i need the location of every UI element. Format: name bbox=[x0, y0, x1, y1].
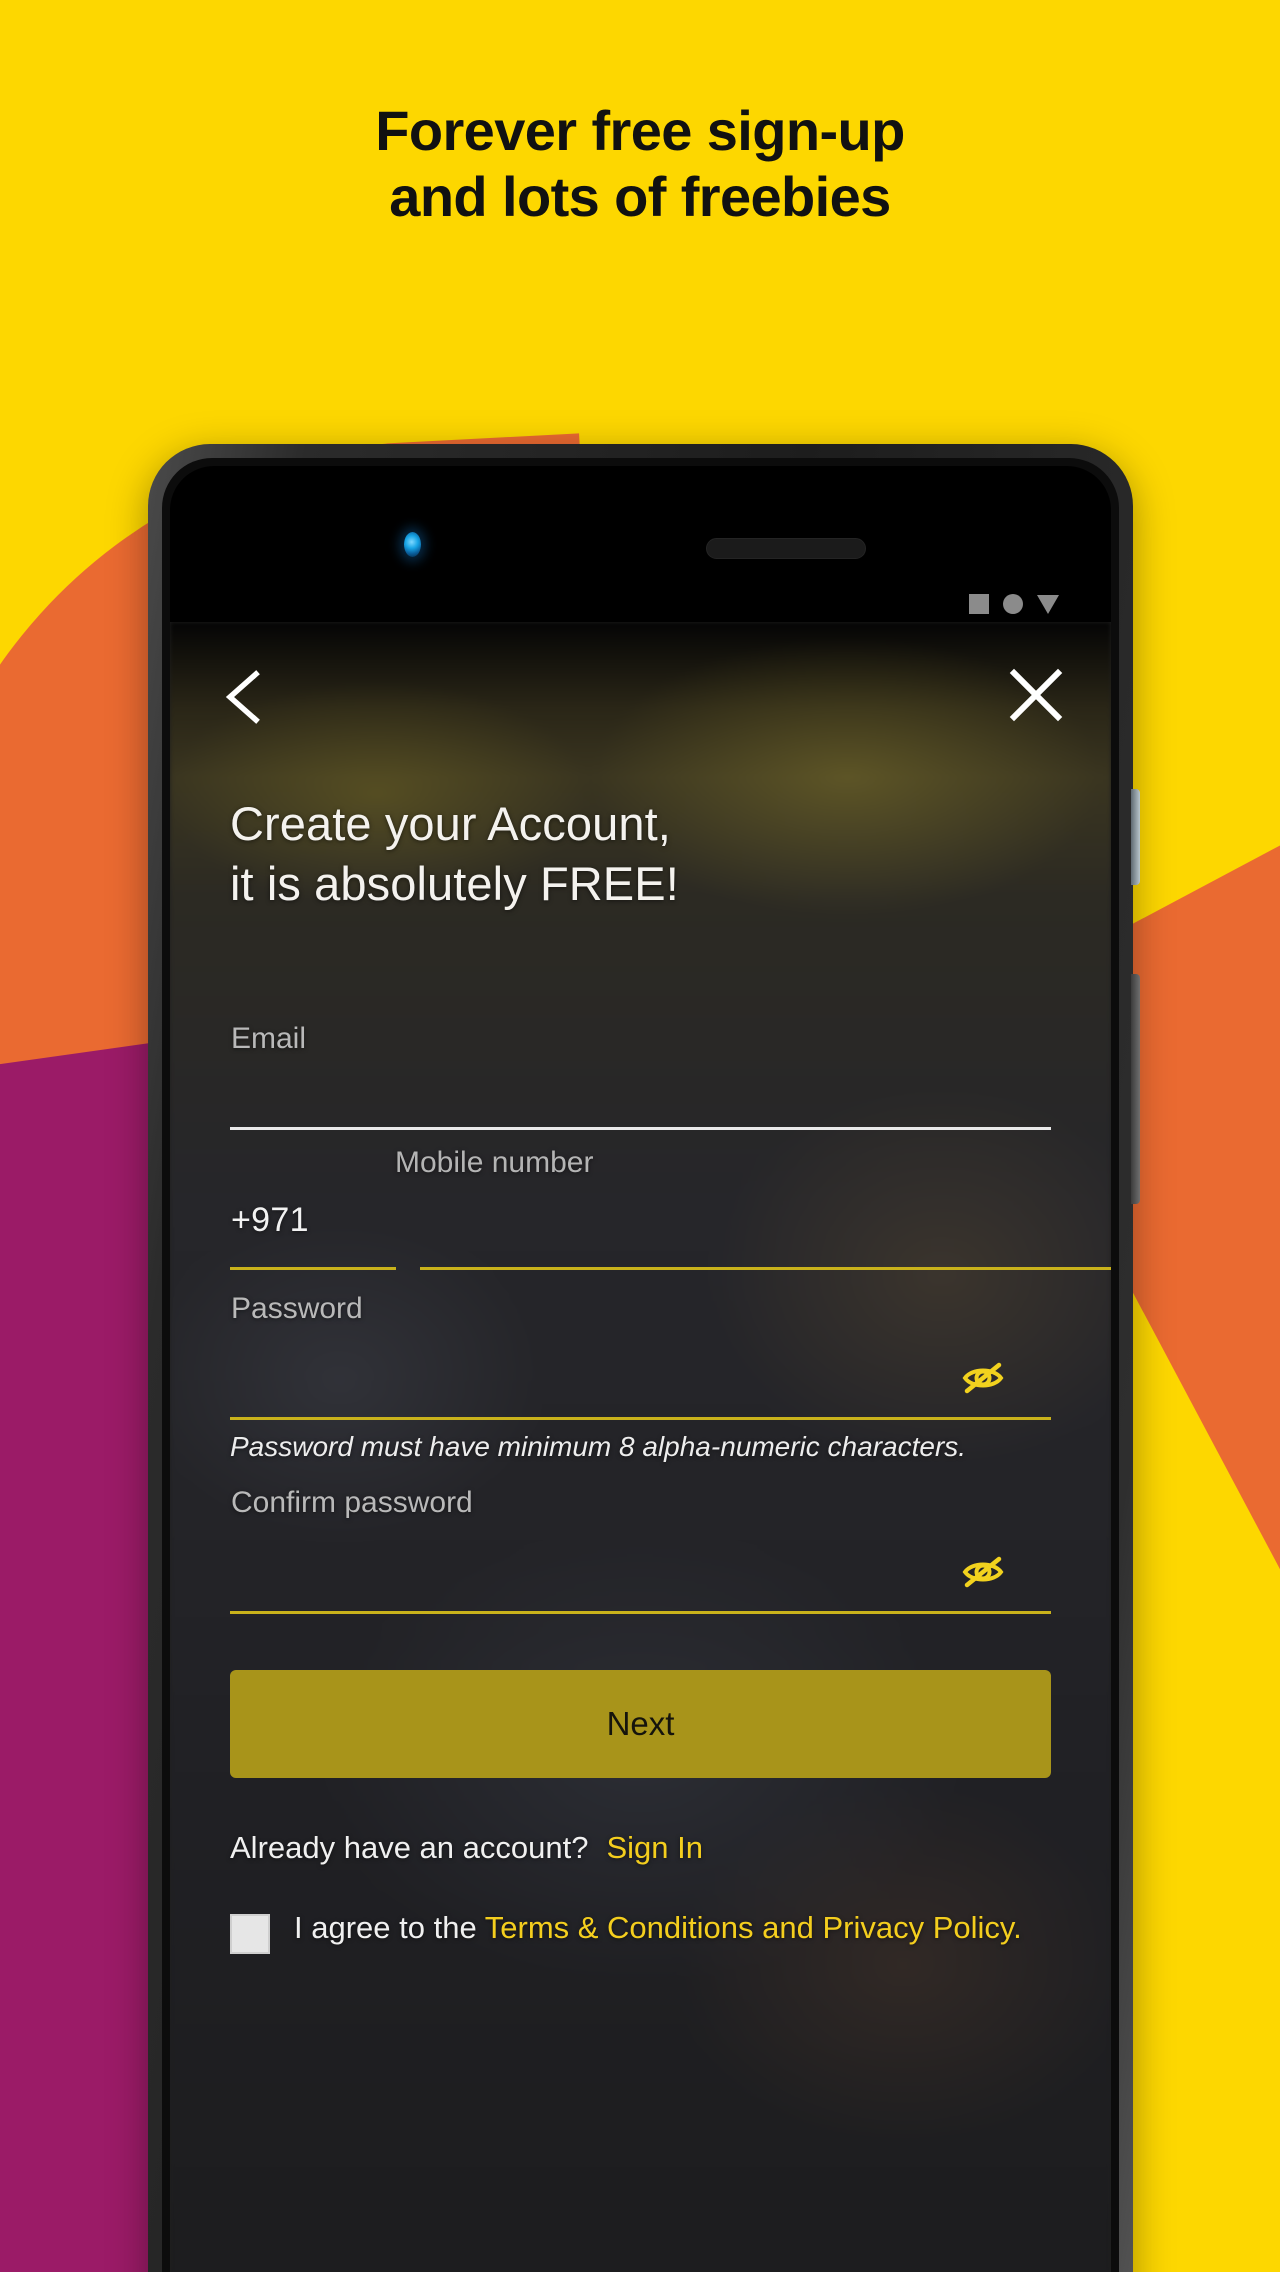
next-button[interactable]: Next bbox=[230, 1669, 1051, 1778]
close-x-icon[interactable] bbox=[1005, 664, 1067, 726]
password-field[interactable]: Password bbox=[230, 1292, 1051, 1420]
phone-top-bezel bbox=[170, 466, 1111, 622]
phone-power-button bbox=[1131, 974, 1140, 1204]
password-hint-text: Password must have minimum 8 alpha-numer… bbox=[230, 1431, 967, 1462]
terms-agreement-text: I agree to the Terms & Conditions and Pr… bbox=[294, 1908, 1022, 1948]
country-code-underline bbox=[230, 1267, 396, 1270]
signup-screen-content: Create your Account, it is absolutely FR… bbox=[170, 622, 1111, 2272]
mobile-number-underline bbox=[420, 1267, 1111, 1270]
password-field-underline bbox=[230, 1417, 1051, 1420]
promo-headline-line-1: Forever free sign-up bbox=[375, 99, 905, 162]
page-title-line-1: Create your Account, bbox=[230, 797, 671, 850]
triangle-down-icon bbox=[1037, 594, 1059, 614]
signin-row: Already have an account? Sign In bbox=[230, 1830, 1051, 1866]
page-title: Create your Account, it is absolutely FR… bbox=[230, 794, 679, 913]
signin-link[interactable]: Sign In bbox=[606, 1830, 703, 1866]
square-icon bbox=[969, 594, 989, 614]
page-title-line-2: it is absolutely FREE! bbox=[230, 856, 679, 910]
signin-question-label: Already have an account? bbox=[230, 1829, 589, 1865]
mobile-number-field[interactable]: Mobile number +971 bbox=[230, 1132, 1111, 1270]
promo-headline-line-2: and lots of freebies bbox=[389, 164, 891, 228]
eye-off-icon[interactable] bbox=[961, 1358, 1005, 1398]
circle-icon bbox=[1003, 594, 1023, 614]
eye-off-icon[interactable] bbox=[961, 1552, 1005, 1592]
promo-screenshot: Forever free sign-up and lots of freebie… bbox=[0, 0, 1280, 2272]
terms-and-privacy-link[interactable]: Terms & Conditions and Privacy Policy. bbox=[485, 1910, 1022, 1945]
front-camera-icon bbox=[404, 532, 421, 557]
top-navigation-bar bbox=[170, 656, 1111, 740]
mobile-number-placeholder: Mobile number bbox=[395, 1146, 594, 1179]
confirm-password-field-underline bbox=[230, 1610, 1051, 1614]
promo-headline: Forever free sign-up and lots of freebie… bbox=[0, 98, 1280, 229]
earpiece-speaker-icon bbox=[706, 538, 866, 559]
confirm-password-field-label: Confirm password bbox=[231, 1485, 473, 1519]
email-field-underline bbox=[230, 1127, 1051, 1130]
password-field-label: Password bbox=[231, 1292, 363, 1325]
signup-form: Email Mobile number +971 Password Passwo… bbox=[230, 1022, 1111, 1954]
phone-volume-button bbox=[1131, 789, 1140, 885]
app-screen: Create your Account, it is absolutely FR… bbox=[170, 622, 1111, 2272]
status-bar bbox=[969, 594, 1059, 614]
email-field[interactable]: Email bbox=[230, 1022, 1051, 1130]
confirm-password-field[interactable]: Confirm password bbox=[230, 1486, 1051, 1614]
email-field-label: Email bbox=[231, 1022, 307, 1055]
country-code-value[interactable]: +971 bbox=[231, 1201, 309, 1240]
phone-device-mockup: Create your Account, it is absolutely FR… bbox=[148, 444, 1140, 2272]
back-chevron-icon[interactable] bbox=[218, 666, 272, 728]
terms-checkbox[interactable] bbox=[230, 1913, 270, 1954]
terms-agreement-row: I agree to the Terms & Conditions and Pr… bbox=[230, 1908, 1051, 1954]
terms-prefix-label: I agree to the bbox=[294, 1909, 485, 1945]
